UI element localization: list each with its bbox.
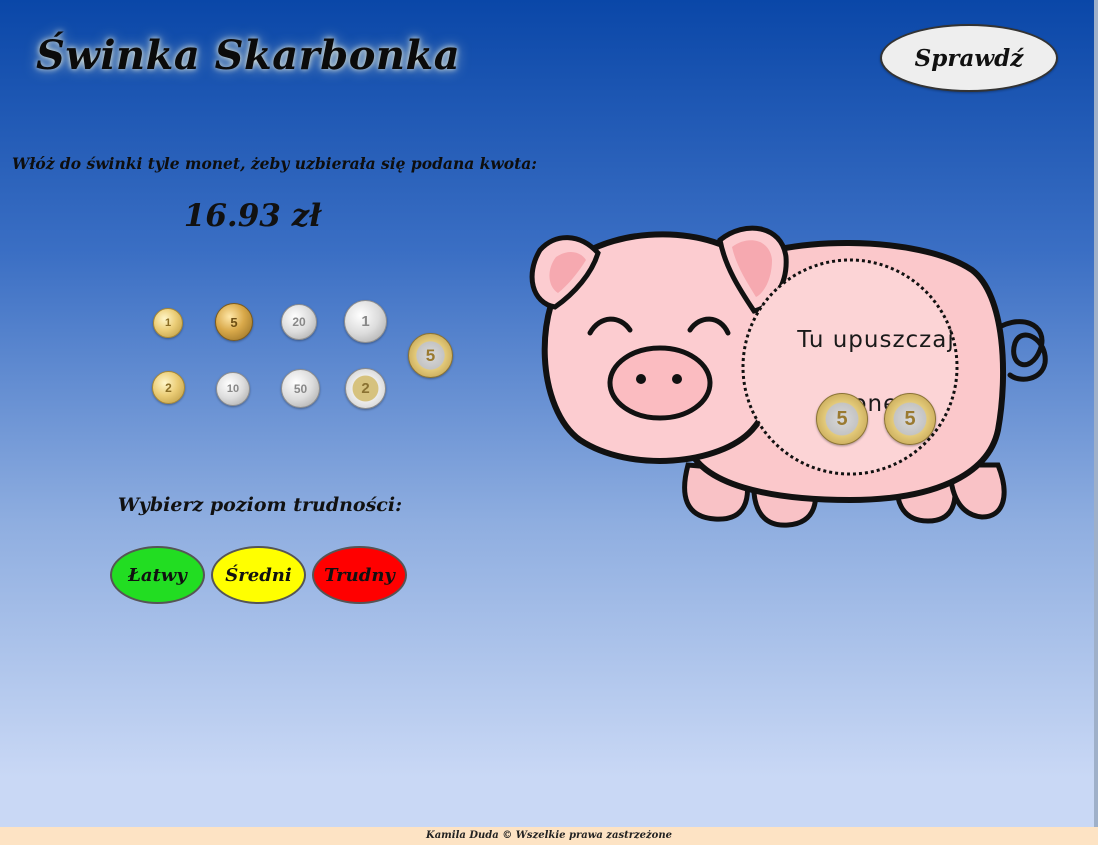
app-title: Świnka Skarbonka <box>36 32 461 79</box>
coin-5-zlotych[interactable]: 5 <box>408 333 453 378</box>
coin-50-groszy[interactable]: 50 <box>281 369 320 408</box>
coin-1-zloty[interactable]: 1 <box>344 300 387 343</box>
difficulty-label: Wybierz poziom trudności: <box>117 494 403 516</box>
difficulty-medium-button[interactable]: Średni <box>211 546 306 604</box>
dropped-coin[interactable]: 5 <box>884 393 936 445</box>
check-button[interactable]: Sprawdź <box>880 24 1058 92</box>
footer-copyright: Kamila Duda © Wszelkie prawa zastrzeżone <box>0 827 1098 845</box>
task-instruction: Włóż do świnki tyle monet, żeby uzbierał… <box>12 154 538 173</box>
coin-2-zlote[interactable]: 2 <box>345 368 386 409</box>
coin-10-groszy[interactable]: 10 <box>216 372 250 406</box>
drop-zone-text: Tu upuszczaj monety <box>797 327 955 417</box>
coin-1-grosz[interactable]: 1 <box>153 308 183 338</box>
dropped-coin[interactable]: 5 <box>816 393 868 445</box>
difficulty-hard-button[interactable]: Trudny <box>312 546 407 604</box>
coin-20-groszy[interactable]: 20 <box>281 304 317 340</box>
window-edge <box>1094 0 1098 827</box>
target-amount: 16.93 zł <box>183 198 322 234</box>
coin-2-grosze[interactable]: 2 <box>152 371 185 404</box>
coin-5-groszy[interactable]: 5 <box>215 303 253 341</box>
difficulty-easy-button[interactable]: Łatwy <box>110 546 205 604</box>
